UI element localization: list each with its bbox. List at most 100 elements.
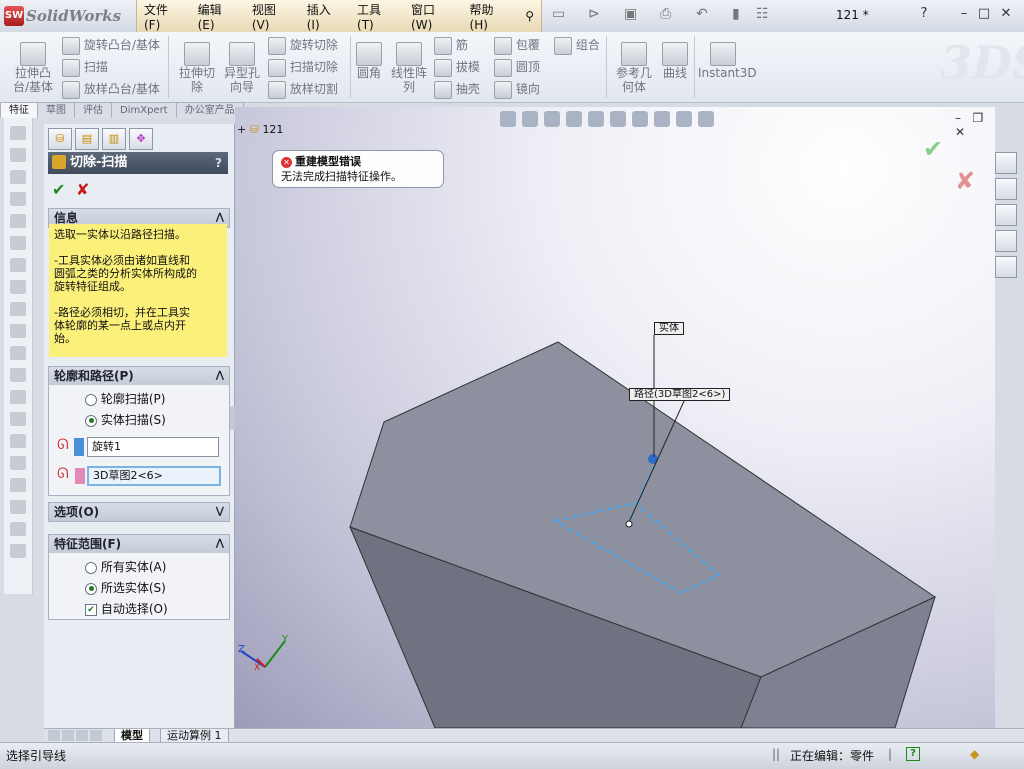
home-icon[interactable] (995, 152, 1017, 174)
help-icon[interactable]: ? (916, 6, 932, 22)
revolve-boss-button[interactable]: 旋转凸台/基体 (62, 36, 160, 55)
radio-profile-sweep[interactable]: 轮廓扫描(P) (85, 390, 165, 407)
tool-icon[interactable] (10, 280, 26, 294)
feature-manager-tab-icon[interactable]: ⛁ (48, 128, 72, 150)
feature-scope-section-header[interactable]: 特征范围(F) ⋀ (48, 534, 230, 554)
tool-icon[interactable] (10, 236, 26, 250)
tool-icon[interactable] (10, 478, 26, 492)
view-palette-icon[interactable] (995, 230, 1017, 252)
tool-icon[interactable] (10, 346, 26, 360)
tool-icon[interactable] (10, 192, 26, 206)
graphics-area[interactable]: + ⛁ 121 – ❐ ✕ ✔ ✘ ✕ 重建模型错误 无法完成扫描特征操作。 实体… (235, 107, 995, 728)
restore-icon[interactable]: ❐ (972, 111, 983, 125)
cancel-button[interactable]: ✘ (76, 180, 89, 199)
instant3d-button[interactable]: Instant3D (698, 42, 757, 80)
menu-view[interactable]: 视图(V) (245, 1, 300, 32)
dimxpert-manager-tab-icon[interactable]: ✥ (129, 128, 153, 150)
hole-wizard-button[interactable]: 异型孔向导 (222, 42, 262, 94)
display-style-icon[interactable] (610, 111, 626, 127)
menu-help[interactable]: 帮助(H) (463, 1, 519, 32)
feature-tree-root[interactable]: + ⛁ 121 (237, 123, 283, 136)
combine-button[interactable]: 组合 (554, 36, 600, 55)
design-library-icon[interactable] (995, 178, 1017, 200)
menu-edit[interactable]: 编辑(E) (191, 1, 245, 32)
tool-icon[interactable] (10, 434, 26, 448)
zoom-to-fit-icon[interactable] (500, 111, 516, 127)
sweep-button[interactable]: 扫描 (62, 58, 108, 77)
menu-file[interactable]: 文件(F) (137, 1, 191, 32)
linear-pattern-button[interactable]: 线性阵列 (390, 42, 428, 94)
callout-solid[interactable]: 实体 (654, 322, 684, 335)
tab-evaluate[interactable]: 评估 (74, 102, 112, 118)
wrap-button[interactable]: 包覆 (494, 36, 540, 55)
help-icon[interactable]: ? (906, 747, 920, 761)
appearances-icon[interactable] (995, 256, 1017, 278)
tag-icon[interactable]: ◆ (970, 747, 979, 761)
ok-button[interactable]: ✔ (52, 180, 65, 199)
tool-icon[interactable] (10, 456, 26, 470)
app-logo[interactable]: SW SolidWorks (4, 5, 121, 27)
section-view-icon[interactable] (566, 111, 582, 127)
tab-features[interactable]: 特征 (0, 102, 38, 118)
tool-icon[interactable] (10, 390, 26, 404)
close-icon[interactable]: ✕ (955, 125, 965, 139)
profile-path-section-header[interactable]: 轮廓和路径(P) ⋀ (48, 366, 230, 386)
previous-view-icon[interactable] (544, 111, 560, 127)
callout-path[interactable]: 路径(3D草图2<6>) (629, 388, 731, 401)
tool-body-field[interactable]: 旋转1 (74, 437, 219, 457)
tool-icon[interactable] (10, 324, 26, 338)
rebuild-icon[interactable]: ▮ (732, 6, 740, 22)
confirm-corner-ok-icon[interactable]: ✔ (923, 135, 943, 163)
draft-button[interactable]: 拔模 (434, 58, 480, 77)
menu-tools[interactable]: 工具(T) (350, 1, 404, 32)
tool-icon[interactable] (10, 170, 26, 184)
help-button[interactable]: ? (215, 152, 222, 174)
tab-sketch[interactable]: 草图 (37, 102, 75, 118)
edit-appearance-icon[interactable] (654, 111, 670, 127)
extrude-boss-button[interactable]: 拉伸凸台/基体 (10, 42, 56, 94)
loft-cut-button[interactable]: 放样切割 (268, 80, 338, 99)
first-tab-icon[interactable] (48, 730, 60, 741)
shell-button[interactable]: 抽壳 (434, 80, 480, 99)
auto-select-checkbox[interactable]: ✔ 自动选择(O) (85, 600, 168, 617)
mirror-button[interactable]: 镜向 (494, 80, 540, 99)
configuration-manager-tab-icon[interactable]: ▥ (102, 128, 126, 150)
options-icon[interactable]: ☷ (756, 6, 769, 22)
sweep-cut-button[interactable]: 扫描切除 (268, 58, 338, 77)
tab-motion-study[interactable]: 运动算例 1 (160, 729, 229, 743)
radio-all-bodies[interactable]: 所有实体(A) (85, 558, 166, 575)
tool-icon[interactable] (10, 302, 26, 316)
tool-icon[interactable] (10, 500, 26, 514)
radio-solid-sweep[interactable]: 实体扫描(S) (85, 411, 166, 428)
open-folder-icon[interactable]: ⊳ (588, 6, 600, 22)
tab-office-products[interactable]: 办公室产品 (175, 102, 244, 118)
curves-button[interactable]: 曲线 (660, 42, 690, 80)
close-icon[interactable]: ✕ (998, 6, 1014, 22)
pin-icon[interactable]: ⚲ (518, 9, 541, 23)
undo-icon[interactable]: ↶ (696, 6, 708, 22)
apply-scene-icon[interactable] (676, 111, 692, 127)
loft-boss-button[interactable]: 放样凸台/基体 (62, 80, 160, 99)
rib-button[interactable]: 筋 (434, 36, 468, 55)
minimize-icon[interactable]: – (955, 111, 961, 125)
zoom-area-icon[interactable] (522, 111, 538, 127)
property-manager-tab-icon[interactable]: ▤ (75, 128, 99, 150)
tool-icon[interactable] (10, 126, 26, 140)
fillet-button[interactable]: 圆角 (354, 42, 384, 80)
view-orientation-icon[interactable] (588, 111, 604, 127)
tool-icon[interactable] (10, 368, 26, 382)
reference-geometry-button[interactable]: 参考几何体 (614, 42, 654, 94)
extrude-cut-button[interactable]: 拉伸切除 (176, 42, 218, 94)
hide-show-items-icon[interactable] (632, 111, 648, 127)
path-field[interactable]: 3D草图2<6> (75, 466, 221, 486)
file-explorer-icon[interactable] (995, 204, 1017, 226)
last-tab-icon[interactable] (90, 730, 102, 741)
radio-selected-bodies[interactable]: 所选实体(S) (85, 579, 166, 596)
tool-icon[interactable] (10, 148, 26, 162)
revolve-cut-button[interactable]: 旋转切除 (268, 36, 338, 55)
tab-model[interactable]: 模型 (114, 729, 150, 743)
confirm-corner-cancel-icon[interactable]: ✘ (955, 167, 975, 195)
tool-icon[interactable] (10, 522, 26, 536)
maximize-icon[interactable]: □ (976, 6, 992, 22)
print-icon[interactable]: ⎙ (660, 6, 671, 22)
